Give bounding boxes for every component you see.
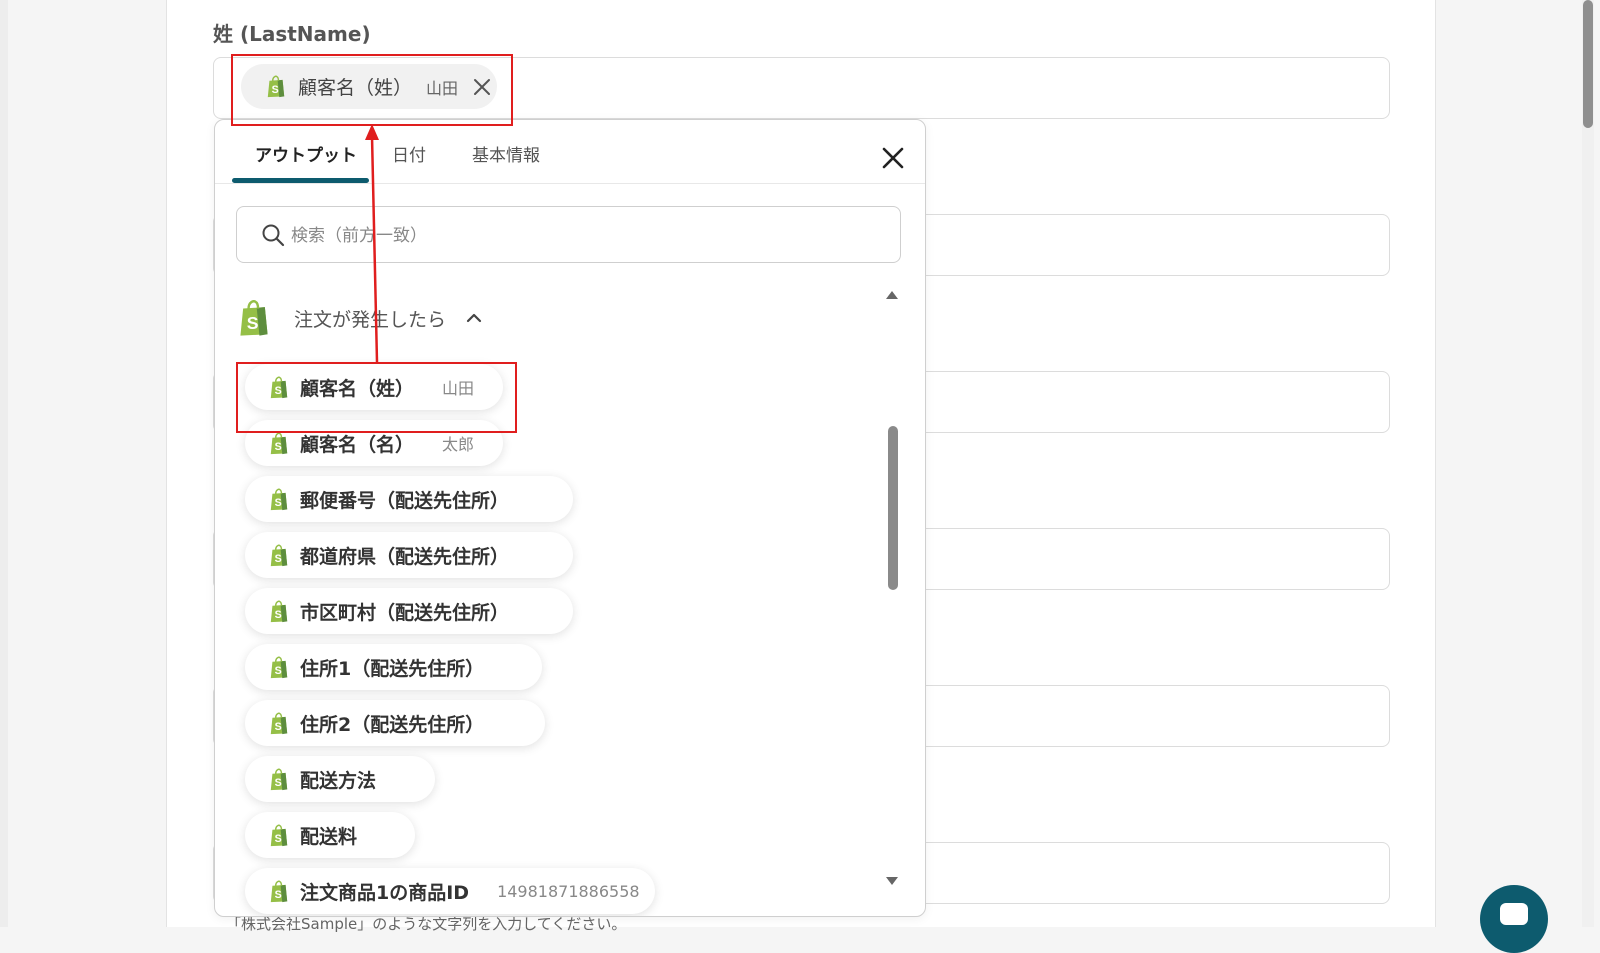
page-scrollbar[interactable] [1582, 0, 1594, 927]
item-label: 郵便番号（配送先住所） [300, 489, 510, 512]
item-label: 住所1（配送先住所） [300, 657, 485, 680]
page-scrollbar-thumb[interactable] [1583, 0, 1593, 128]
list-item[interactable]: 顧客名（名） 太郎 [245, 420, 503, 466]
item-label: 顧客名（名） [300, 433, 415, 456]
chat-icon [1500, 903, 1528, 925]
group-label: 注文が発生したら [294, 308, 447, 331]
chip-label: 顧客名（姓） [298, 77, 413, 99]
item-label: 顧客名（姓） [300, 377, 415, 400]
list-item[interactable]: 配送料 [245, 812, 415, 858]
list-item[interactable]: 顧客名（姓） 山田 [245, 364, 503, 410]
shopify-icon [269, 768, 289, 791]
item-value: 太郎 [442, 435, 475, 454]
search-box [236, 206, 901, 263]
item-label: 配送方法 [300, 769, 377, 792]
shopify-icon [269, 376, 289, 399]
page-left-gutter [0, 0, 8, 927]
item-label: 注文商品1の商品ID [300, 881, 470, 904]
item-label: 都道府県（配送先住所） [300, 545, 510, 568]
shopify-icon [269, 712, 289, 735]
item-value: 山田 [442, 379, 475, 398]
shopify-icon [269, 824, 289, 847]
search-icon [262, 224, 285, 247]
item-label: 市区町村（配送先住所） [300, 601, 510, 624]
scroll-up-arrow-icon[interactable] [885, 290, 899, 300]
list-item[interactable]: 郵便番号（配送先住所） [245, 476, 573, 522]
chevron-up-icon [466, 313, 482, 323]
item-label: 住所2（配送先住所） [300, 713, 485, 736]
list-item[interactable]: 都道府県（配送先住所） [245, 532, 573, 578]
tab-basic-info[interactable]: 基本情報 [472, 141, 540, 166]
active-tab-indicator [232, 178, 369, 183]
shopify-icon [269, 488, 289, 511]
shopify-icon [237, 299, 271, 337]
list-item[interactable]: 市区町村（配送先住所） [245, 588, 573, 634]
tab-date[interactable]: 日付 [392, 141, 426, 166]
close-icon[interactable] [472, 77, 492, 97]
list-item[interactable]: 住所1（配送先住所） [245, 644, 542, 690]
chat-launcher-button[interactable] [1480, 885, 1548, 953]
item-value: 14981871886558 [497, 881, 640, 901]
chip-value: 山田 [426, 78, 459, 98]
search-input[interactable] [289, 217, 883, 255]
shopify-icon [269, 656, 289, 679]
close-icon[interactable] [879, 144, 907, 172]
output-list: 注文が発生したら 顧客名（姓） 山田 顧客名（名） 太郎 郵便番号（配送先住所）… [215, 280, 905, 916]
selected-value-chip[interactable]: 顧客名（姓） 山田 [241, 64, 497, 109]
tab-output[interactable]: アウトプット [255, 141, 357, 166]
list-item[interactable]: 注文商品1の商品ID 14981871886558 [245, 868, 655, 914]
item-label: 配送料 [300, 825, 358, 848]
list-item[interactable]: 配送方法 [245, 756, 435, 802]
dropdown-scrollbar-thumb[interactable] [888, 426, 898, 590]
shopify-icon [269, 544, 289, 567]
shopify-icon [269, 432, 289, 455]
shopify-icon [269, 600, 289, 623]
scroll-down-arrow-icon[interactable] [885, 876, 899, 886]
variable-picker-dropdown: アウトプット 日付 基本情報 注文が発生したら 顧客名（姓） 山田 [214, 119, 926, 917]
shopify-icon [269, 880, 289, 903]
shopify-icon [266, 75, 286, 98]
lastname-field-label: 姓 (LastName) [213, 22, 371, 46]
picker-tabs: アウトプット 日付 基本情報 [215, 120, 925, 184]
list-item[interactable]: 住所2（配送先住所） [245, 700, 545, 746]
group-header-order-created[interactable]: 注文が発生したら [237, 299, 482, 337]
